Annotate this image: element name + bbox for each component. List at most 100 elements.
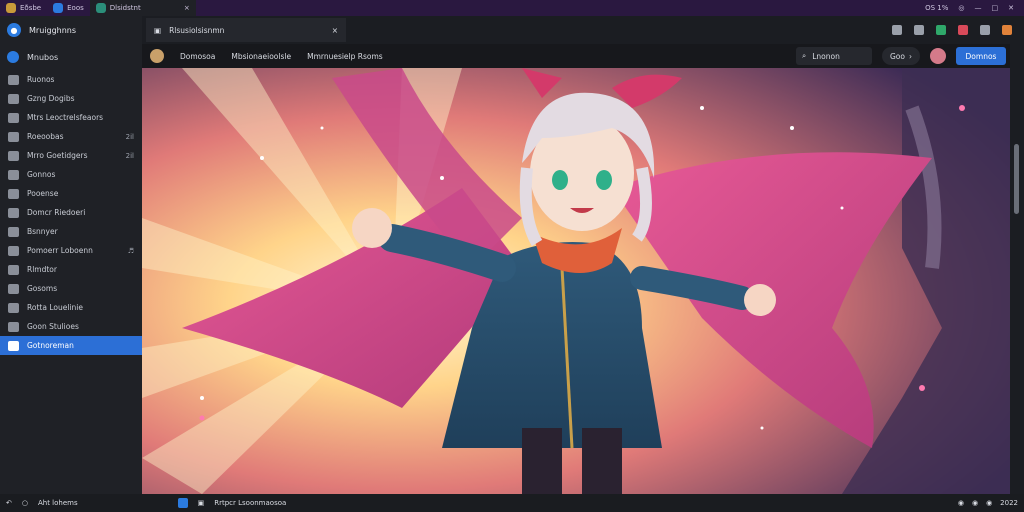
sidebar-item[interactable]: Gosoms [0,279,142,298]
sidebar-title: Mruigghnns [29,25,77,35]
sidebar-item-icon [8,169,19,180]
sidebar-item-badge: 2il [125,151,134,160]
tab-label: Eðsbe [20,4,42,12]
sidebar-item-label: Mtrs Leoctrelsfeaors [27,113,104,122]
document-tab[interactable]: ▣ Rlsusiolsisnmn × [146,18,346,42]
sidebar-item-badge: ♬ [127,246,134,255]
document-tab-label: Rlsusiolsisnmn [169,25,225,35]
wifi-icon[interactable]: ◉ [972,499,978,507]
status-mid-text: Rrtpcr Lsoonmaosoa [214,499,287,507]
profile-avatar[interactable] [150,49,164,63]
sidebar-item[interactable]: Goon Stulioes [0,317,142,336]
clock-text: 2022 [1000,499,1018,507]
user-avatar[interactable] [930,48,946,64]
primary-action-button[interactable]: Domnos [956,47,1006,65]
top-bar: ▣ Rlsusiolsisnmn × [142,16,1024,44]
app-icon [95,3,106,13]
sidebar-item-label: Rlmdtor [27,265,57,274]
sidebar-item-icon [8,302,19,313]
sidebar-item[interactable]: Pooense [0,184,142,203]
sidebar-item[interactable]: Pomoerr Loboenn ♬ [0,241,142,260]
toolbar-icon[interactable] [892,25,902,35]
toolbar-icons [892,25,1024,35]
sidebar-item-label: Gzng Dogibs [27,94,75,103]
window-controls: OS 1% ◎ — □ ✕ [925,4,1024,12]
sidebar-item[interactable]: Gotnoreman [0,336,142,355]
sidebar-item-icon [8,321,19,332]
sidebar-item-icon [8,93,19,104]
minimize-icon[interactable]: — [975,4,982,12]
sidebar-item-label: Gosoms [27,284,58,293]
sidebar-item-label: Pooense [27,189,59,198]
scrollbar-thumb[interactable] [1014,144,1019,214]
status-label: OS 1% [925,4,949,12]
anime-girl-illustration [142,68,1010,494]
sidebar-item-label: Domcr Riedoeri [27,208,86,217]
sidebar-item-icon [8,245,19,256]
vertical-scrollbar[interactable] [1010,44,1024,494]
sidebar-item[interactable]: Gonnos [0,165,142,184]
close-document-icon[interactable]: × [332,26,338,35]
sidebar-item-label: Goon Stulioes [27,322,79,331]
sidebar-item-icon [8,264,19,275]
maximize-icon[interactable]: □ [992,4,999,12]
circle-icon[interactable]: ○ [22,499,28,507]
volume-icon[interactable]: ◉ [958,499,964,507]
sidebar-item-icon [8,207,19,218]
browser-tab-3[interactable]: Dlsidstnt × [89,0,196,16]
nav-item-3[interactable]: Mmrnuesielp Rsoms [307,52,383,61]
sidebar-section[interactable]: Mnubos [0,44,142,70]
nav-item-1[interactable]: Domosoa [180,52,215,61]
sidebar-item-icon [8,340,19,351]
camera-icon[interactable]: ▣ [198,499,205,507]
toolbar-icon[interactable] [1002,25,1012,35]
search-icon: ⌕ [802,51,807,60]
settings-icon[interactable]: ◎ [958,4,964,12]
sidebar-item-label: Mrro Goetidgers [27,151,88,160]
nav-item-2[interactable]: Mbsionaeioolsle [231,52,291,61]
close-tab-icon[interactable]: × [184,4,190,12]
browser-tab-1[interactable]: Eðsbe [0,0,47,16]
sidebar-item-label: Bsnnyer [27,227,58,236]
app-icon [6,3,16,13]
sidebar-item[interactable]: Mrro Goetidgers 2il [0,146,142,165]
app-tile-icon[interactable] [177,498,188,508]
sidebar-item-badge: 2il [125,132,134,141]
toolbar-icon[interactable] [936,25,946,35]
undo-icon[interactable]: ↶ [6,499,12,507]
close-window-icon[interactable]: ✕ [1008,4,1014,12]
document-icon: ▣ [154,25,162,35]
view-toggle-label: Goo [890,51,905,61]
sidebar-item[interactable]: Roeoobas 2il [0,127,142,146]
view-toggle[interactable]: Goo › [882,47,920,65]
sidebar-item[interactable]: Gzng Dogibs [0,89,142,108]
toolbar-icon[interactable] [914,25,924,35]
sidebar-item-icon [8,283,19,294]
search-box[interactable]: ⌕ Lnonon [796,47,872,65]
primary-action-label: Domnos [965,51,997,61]
search-text: Lnonon [812,51,840,61]
sidebar-item-icon [8,226,19,237]
toolbar-icon[interactable] [958,25,968,35]
browser-tab-2[interactable]: Eoos [47,0,90,16]
sidebar: ● Mruigghnns Mnubos Ruonos Gzng Dogibs Mtr… [0,16,142,494]
sidebar-item[interactable]: Ruonos [0,70,142,89]
tab-label: Dlsidstnt [109,4,141,12]
sidebar-item[interactable]: Bsnnyer [0,222,142,241]
sidebar-header[interactable]: ● Mruigghnns [0,16,142,44]
sidebar-item[interactable]: Mtrs Leoctrelsfeaors [0,108,142,127]
toolbar-icon[interactable] [980,25,990,35]
app-icon [53,3,64,13]
sidebar-item-icon [8,150,19,161]
sidebar-item[interactable]: Rotta Louelinie [0,298,142,317]
sidebar-item-label: Rotta Louelinie [27,303,83,312]
sidebar-item-label: Gotnoreman [27,341,74,350]
sidebar-item-icon [8,112,19,123]
sidebar-item[interactable]: Domcr Riedoeri [0,203,142,222]
sidebar-item[interactable]: Rlmdtor [0,260,142,279]
sidebar-item-label: Gonnos [27,170,56,179]
battery-icon[interactable]: ◉ [986,499,992,507]
nav-bar: Domosoa Mbsionaeioolsle Mmrnuesielp Rsom… [142,44,1014,68]
sidebar-item-label: Pomoerr Loboenn [27,246,93,255]
sidebar-item-icon [8,188,19,199]
